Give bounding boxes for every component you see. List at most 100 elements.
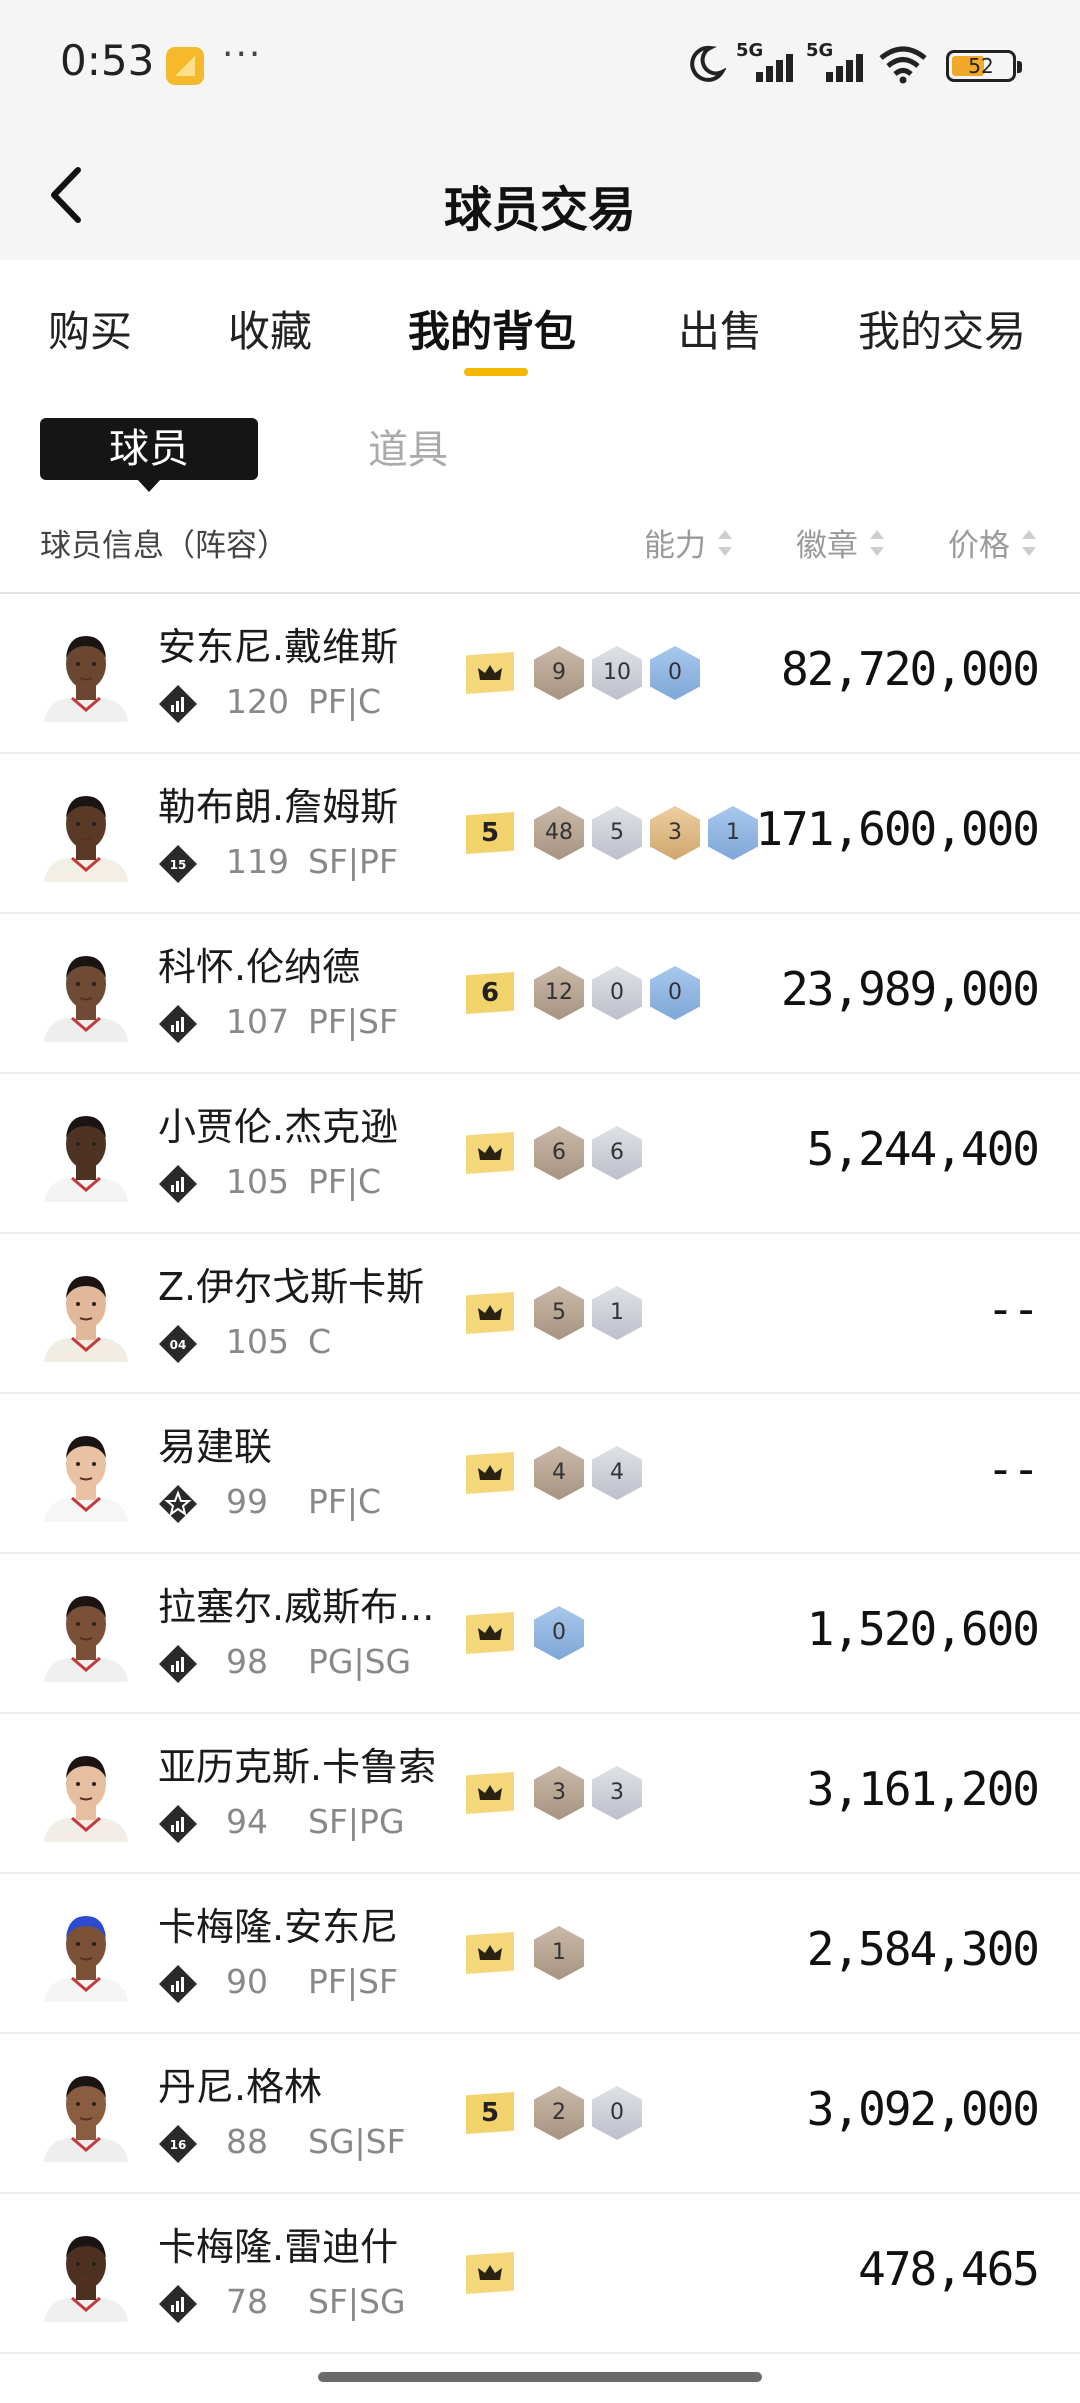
badge-count-hex: 3 bbox=[592, 1766, 642, 1820]
player-price: 3,092,000 bbox=[806, 2082, 1040, 2136]
tab-sell[interactable]: 出售 bbox=[678, 298, 762, 359]
level-icon bbox=[159, 1645, 197, 1683]
player-row[interactable]: 勒布朗.詹姆斯 15 119 SF|PF 5 48 5 3 1 171,600,000 bbox=[0, 754, 1080, 914]
player-position: C bbox=[308, 1322, 332, 1361]
player-name: 拉塞尔.威斯布... bbox=[158, 1585, 435, 1629]
svg-text:04: 04 bbox=[170, 1338, 187, 1352]
star-level-badge: 5 bbox=[466, 2092, 514, 2134]
player-avatar bbox=[44, 2236, 128, 2322]
player-row[interactable]: Z.伊尔戈斯卡斯 04 105 C 5 1 -- bbox=[0, 1234, 1080, 1394]
player-avatar bbox=[44, 1916, 128, 2002]
player-avatar bbox=[44, 1756, 128, 1842]
level-icon bbox=[159, 1485, 197, 1523]
player-rating: 78 bbox=[226, 2282, 268, 2321]
svg-text:16: 16 bbox=[170, 2138, 187, 2152]
player-position: PF|C bbox=[308, 1482, 382, 1521]
player-row[interactable]: 安东尼.戴维斯 120 PF|C 9 10 0 82,720,000 bbox=[0, 594, 1080, 754]
badge-count-hex: 6 bbox=[534, 1126, 584, 1180]
cellular-signal-2-icon: 5G bbox=[806, 40, 872, 84]
level-icon bbox=[159, 685, 197, 723]
badge-count-hex: 3 bbox=[650, 806, 700, 860]
crown-icon bbox=[466, 1132, 514, 1174]
badge-count-hex: 12 bbox=[534, 966, 584, 1020]
tab-my-backpack[interactable]: 我的背包 bbox=[408, 298, 576, 359]
level-icon: 15 bbox=[159, 845, 197, 883]
player-avatar bbox=[44, 796, 128, 882]
crown-icon bbox=[466, 1292, 514, 1334]
badge-count-hex: 9 bbox=[534, 646, 584, 700]
nav-bar: 球员交易 bbox=[0, 130, 1080, 260]
crown-icon bbox=[466, 2252, 514, 2294]
player-name: 卡梅隆.安东尼 bbox=[158, 1905, 399, 1949]
badge-count-hex: 0 bbox=[650, 646, 700, 700]
crown-icon bbox=[466, 1772, 514, 1814]
segment-items[interactable]: 道具 bbox=[368, 420, 448, 480]
level-icon bbox=[159, 1965, 197, 2003]
player-row[interactable]: 小贾伦.杰克逊 105 PF|C 6 6 5,244,400 bbox=[0, 1074, 1080, 1234]
player-rating: 107 bbox=[226, 1002, 289, 1041]
badge-count-hex: 48 bbox=[534, 806, 584, 860]
player-avatar bbox=[44, 2076, 128, 2162]
player-position: PF|SF bbox=[308, 1962, 398, 2001]
player-price: -- bbox=[986, 1442, 1040, 1496]
status-bar: 0:53 ··· 5G 5G 52 bbox=[0, 0, 1080, 130]
tab-favorites[interactable]: 收藏 bbox=[228, 298, 312, 359]
column-header-ability[interactable]: 能力 bbox=[644, 520, 706, 565]
badge-count-hex: 4 bbox=[592, 1446, 642, 1500]
player-price: 478,465 bbox=[858, 2242, 1040, 2296]
level-icon: 04 bbox=[159, 1325, 197, 1363]
player-row[interactable]: 卡梅隆.安东尼 90 PF|SF 1 2,584,300 bbox=[0, 1874, 1080, 2034]
player-position: SG|SF bbox=[308, 2122, 406, 2161]
player-row[interactable]: 拉塞尔.威斯布... 98 PG|SG 0 1,520,600 bbox=[0, 1554, 1080, 1714]
player-price: 3,161,200 bbox=[806, 1762, 1040, 1816]
player-price: 2,584,300 bbox=[806, 1922, 1040, 1976]
player-name: 勒布朗.詹姆斯 bbox=[158, 785, 399, 829]
player-row[interactable]: 卡梅隆.雷迪什 78 SF|SG 478,465 bbox=[0, 2194, 1080, 2354]
tab-my-trades[interactable]: 我的交易 bbox=[858, 298, 1026, 359]
badge-count-hex: 4 bbox=[534, 1446, 584, 1500]
status-time: 0:53 bbox=[60, 36, 155, 85]
player-avatar bbox=[44, 1436, 128, 1522]
active-tab-indicator bbox=[464, 368, 528, 376]
level-icon bbox=[159, 1005, 197, 1043]
column-header-price[interactable]: 价格 bbox=[948, 520, 1010, 565]
player-position: SF|PG bbox=[308, 1802, 405, 1841]
tab-bar: 购买 收藏 我的背包 出售 我的交易 bbox=[0, 262, 1080, 382]
segment-players[interactable]: 球员 bbox=[40, 418, 258, 492]
column-header-badge[interactable]: 徽章 bbox=[796, 520, 858, 565]
player-price: 82,720,000 bbox=[781, 642, 1040, 696]
svg-text:15: 15 bbox=[170, 858, 187, 872]
level-icon bbox=[159, 2285, 197, 2323]
tab-buy[interactable]: 购买 bbox=[48, 298, 132, 359]
cellular-signal-1-icon: 5G bbox=[736, 40, 802, 84]
player-position: SF|PF bbox=[308, 842, 398, 881]
battery-icon: 52 bbox=[946, 50, 1022, 82]
player-price: 1,520,600 bbox=[806, 1602, 1040, 1656]
player-position: PF|C bbox=[308, 1162, 382, 1201]
player-rating: 120 bbox=[226, 682, 289, 721]
sort-ability-icon[interactable] bbox=[718, 530, 732, 556]
player-avatar bbox=[44, 1596, 128, 1682]
more-notifications-icon: ··· bbox=[222, 34, 263, 75]
player-position: SF|SG bbox=[308, 2282, 406, 2321]
sort-badge-icon[interactable] bbox=[870, 530, 884, 556]
player-rating: 99 bbox=[226, 1482, 268, 1521]
badge-count-hex: 3 bbox=[534, 1766, 584, 1820]
player-name: 安东尼.戴维斯 bbox=[158, 625, 399, 669]
home-indicator[interactable] bbox=[318, 2372, 762, 2382]
player-row[interactable]: 丹尼.格林 16 88 SG|SF 5 2 0 3,092,000 bbox=[0, 2034, 1080, 2194]
player-row[interactable]: 科怀.伦纳德 107 PF|SF 6 12 0 0 23,989,000 bbox=[0, 914, 1080, 1074]
page-title: 球员交易 bbox=[443, 182, 636, 238]
player-position: PF|C bbox=[308, 682, 382, 721]
player-name: 科怀.伦纳德 bbox=[158, 945, 361, 989]
badge-count-hex: 2 bbox=[534, 2086, 584, 2140]
player-name: Z.伊尔戈斯卡斯 bbox=[158, 1265, 425, 1309]
level-icon bbox=[159, 1805, 197, 1843]
level-icon: 16 bbox=[159, 2125, 197, 2163]
player-avatar bbox=[44, 1116, 128, 1202]
crown-icon bbox=[466, 1612, 514, 1654]
player-row[interactable]: 易建联 99 PF|C 4 4 -- bbox=[0, 1394, 1080, 1554]
sort-price-icon[interactable] bbox=[1022, 530, 1036, 556]
player-row[interactable]: 亚历克斯.卡鲁索 94 SF|PG 3 3 3,161,200 bbox=[0, 1714, 1080, 1874]
player-rating: 98 bbox=[226, 1642, 268, 1681]
